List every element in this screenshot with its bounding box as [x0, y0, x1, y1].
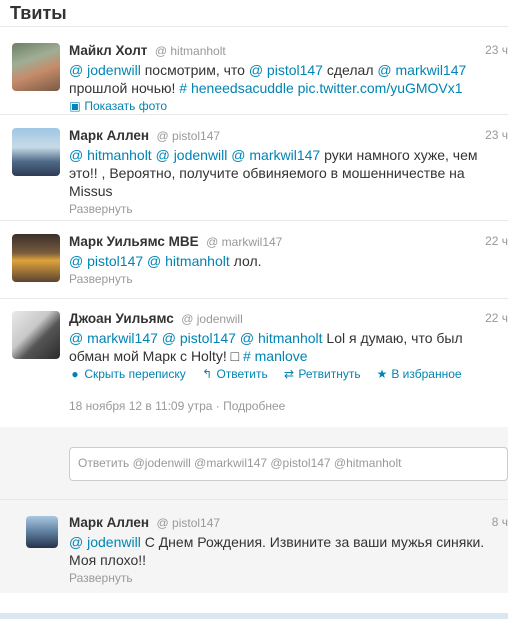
hide-conversation-button[interactable]: ● Скрыть переписку [69, 367, 185, 381]
mention-link[interactable]: @ markwil147 [231, 147, 320, 163]
favorite-button[interactable]: ★ В избранное [376, 367, 462, 381]
tweet-text: @ markwil147 @ pistol147 @ hitmanholt Lo… [69, 329, 508, 365]
mention-link[interactable]: @ markwil147 [69, 330, 158, 346]
avatar[interactable] [12, 128, 60, 176]
tweet-username[interactable]: @ pistol147 [157, 129, 221, 143]
tweet-date-details[interactable]: 18 ноября 12 в 11:09 утра · Подробнее [69, 399, 508, 427]
tweet-fullname[interactable]: Марк Уильямс MBE [69, 234, 199, 249]
stream-title: Твиты [10, 3, 67, 23]
tweet-item[interactable]: Майкл Холт @ hitmanholt 23 ч @ jodenwill… [0, 27, 508, 115]
mention-link[interactable]: @ jodenwill [156, 147, 228, 163]
tweet-timestamp[interactable]: 22 ч [485, 234, 508, 248]
bottom-divider [0, 613, 508, 619]
reply-arrow-icon: ↰ [202, 367, 213, 381]
tweet-text: @ hitmanholt @ jodenwill @ markwil147 ру… [69, 146, 508, 200]
tweet-text-segment: посмотрим, что [140, 62, 249, 78]
reply-button[interactable]: ↰ Ответить [201, 367, 268, 381]
tweet-text-segment: лол. [229, 253, 262, 269]
tweet-text: @ pistol147 @ hitmanholt лол. [69, 252, 508, 270]
tweet-text-segment: прошлой ночью! [69, 80, 180, 96]
tweet-fullname[interactable]: Марк Аллен [69, 128, 149, 143]
mention-link[interactable]: @ hitmanholt [69, 147, 152, 163]
mention-link[interactable]: @ pistol147 [69, 253, 143, 269]
speech-bubble-icon: ● [71, 367, 79, 381]
tweet-username[interactable]: @ pistol147 [157, 516, 221, 530]
star-icon: ★ [376, 367, 388, 381]
mention-link[interactable]: @ jodenwill [69, 62, 141, 78]
reply-area: Ответить @jodenwill @markwil147 @pistol1… [0, 427, 508, 500]
expanded-tweet[interactable]: Джоан Уильямс @ jodenwill 22 ч @ markwil… [0, 299, 508, 427]
tweet-fullname[interactable]: Майкл Холт [69, 43, 147, 58]
stream-header: Твиты [0, 0, 508, 27]
mention-link[interactable]: @ markwil147 [377, 62, 466, 78]
avatar[interactable] [12, 311, 60, 359]
avatar[interactable] [12, 234, 60, 282]
avatar[interactable] [26, 516, 58, 548]
expand-link[interactable]: Развернуть [69, 202, 133, 216]
mention-link[interactable]: @ hitmanholt [240, 330, 323, 346]
tweet-item[interactable]: Марк Уильямс MBE @ markwil147 22 ч @ pis… [0, 221, 508, 299]
mention-link[interactable]: @ hitmanholt [147, 253, 230, 269]
tweet-timestamp[interactable]: 8 ч [492, 515, 508, 529]
retweet-button[interactable]: ⇄ Ретвитнуть [283, 367, 361, 381]
hashtag-link[interactable]: # heneedsacuddle [179, 80, 293, 96]
tweet-timestamp[interactable]: 22 ч [485, 311, 508, 325]
retweet-icon: ⇄ [284, 367, 295, 381]
reply-input[interactable]: Ответить @jodenwill @markwil147 @pistol1… [69, 447, 508, 481]
mention-link[interactable]: @ jodenwill [69, 534, 141, 550]
url-link[interactable]: pic.twitter.com/yuGMOVx1 [298, 80, 463, 96]
tweet-text: @ jodenwill С Днем Рождения. Извините за… [69, 533, 508, 569]
tweet-fullname[interactable]: Джоан Уильямс [69, 311, 174, 326]
tweet-username[interactable]: @ hitmanholt [155, 44, 226, 58]
hashtag-link[interactable]: # manlove [243, 348, 308, 364]
mention-link[interactable]: @ pistol147 [249, 62, 323, 78]
tweet-timestamp[interactable]: 23 ч [485, 128, 508, 142]
expand-link[interactable]: Развернуть [69, 272, 133, 286]
expand-link[interactable]: Развернуть [69, 571, 133, 585]
avatar[interactable] [12, 43, 60, 91]
tweet-username[interactable]: @ markwil147 [206, 235, 282, 249]
tweet-fullname[interactable]: Марк Аллен [69, 515, 149, 530]
reply-tweet-item[interactable]: Марк Аллен @ pistol147 8 ч @ jodenwill С… [0, 500, 508, 593]
tweet-item[interactable]: Марк Аллен @ pistol147 23 ч @ hitmanholt… [0, 115, 508, 221]
show-photo-link[interactable]: ▣ Показать фото [69, 99, 167, 113]
tweet-username[interactable]: @ jodenwill [181, 312, 243, 326]
tweet-text-segment: сделал [322, 62, 378, 78]
tweet-timestamp[interactable]: 23 ч [485, 43, 508, 57]
tweet-text: @ jodenwill посмотрим, что @ pistol147 с… [69, 61, 508, 97]
photo-icon: ▣ [69, 99, 81, 113]
mention-link[interactable]: @ pistol147 [162, 330, 236, 346]
